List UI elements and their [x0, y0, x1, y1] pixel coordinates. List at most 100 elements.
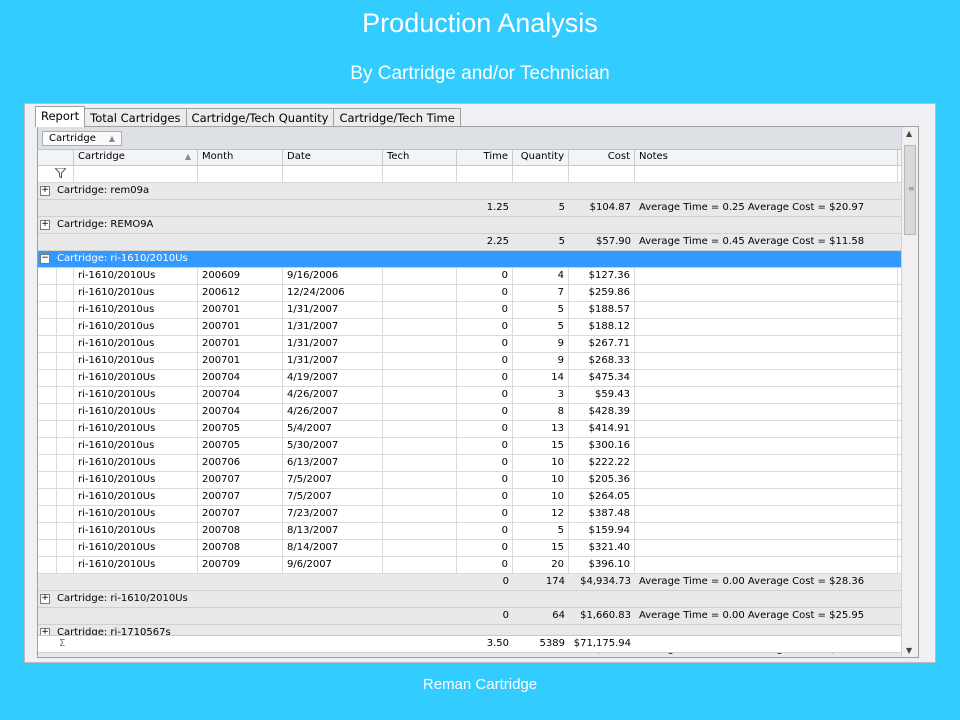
group-row[interactable]: − Cartridge: ri-1610/2010Us [38, 251, 901, 268]
cell-tech [383, 489, 457, 505]
column-header-cartridge[interactable]: Cartridge ▲ [74, 150, 198, 165]
cell-cartridge: ri-1610/2010Us [74, 472, 198, 488]
table-row[interactable]: ri-1610/2010us 200705 5/30/2007 0 15 $300.16 [38, 438, 901, 455]
column-header-quantity[interactable]: Quantity [513, 150, 569, 165]
tab-report[interactable]: Report [35, 106, 86, 127]
row-gutter [56, 353, 74, 369]
group-row[interactable]: + Cartridge: rem09a [38, 183, 901, 200]
cell-notes [635, 472, 898, 488]
cell-quantity: 5 [513, 523, 569, 539]
table-row[interactable]: ri-1610/2010Us 200609 9/16/2006 0 4 $127.36 [38, 268, 901, 285]
cell-month: 200704 [198, 387, 283, 403]
minus-icon[interactable]: − [40, 254, 50, 264]
cell-notes [635, 387, 898, 403]
vertical-scrollbar[interactable]: ▲ ≡ ▼ [901, 127, 918, 657]
table-row[interactable]: ri-1610/2010us 200701 1/31/2007 0 9 $267.71 [38, 336, 901, 353]
tab-cartridge-tech-time[interactable]: Cartridge/Tech Time [333, 108, 461, 127]
table-row[interactable]: ri-1610/2010Us 200707 7/5/2007 0 10 $205.36 [38, 472, 901, 489]
table-row[interactable]: ri-1610/2010Us 200706 6/13/2007 0 10 $222.22 [38, 455, 901, 472]
cell-date: 7/5/2007 [283, 489, 383, 505]
group-row[interactable]: + Cartridge: REMO9A [38, 217, 901, 234]
cell-notes [635, 319, 898, 335]
filter-time[interactable] [457, 166, 513, 182]
row-gutter [56, 285, 74, 301]
funnel-icon[interactable] [53, 167, 68, 181]
filter-row [38, 166, 901, 183]
scroll-thumb[interactable]: ≡ [904, 145, 916, 235]
cell-tech [383, 455, 457, 471]
summary-cost: $104.87 [589, 202, 631, 213]
filter-notes[interactable] [635, 166, 898, 182]
plus-icon[interactable]: + [40, 186, 50, 196]
cell-month: 200704 [198, 370, 283, 386]
cell-notes [635, 506, 898, 522]
table-row[interactable]: ri-1610/2010Us 200707 7/5/2007 0 10 $264.05 [38, 489, 901, 506]
plus-icon[interactable]: + [40, 594, 50, 604]
cell-cost: $259.86 [569, 285, 635, 301]
cell-quantity: 20 [513, 557, 569, 573]
cell-cartridge: ri-1610/2010Us [74, 421, 198, 437]
cell-tech [383, 387, 457, 403]
table-row[interactable]: ri-1610/2010us 200701 1/31/2007 0 5 $188.12 [38, 319, 901, 336]
table-row[interactable]: ri-1610/2010Us 200704 4/26/2007 0 3 $59.43 [38, 387, 901, 404]
column-header-tech[interactable]: Tech [383, 150, 457, 165]
cell-cartridge: ri-1610/2010us [74, 302, 198, 318]
cell-cartridge: ri-1610/2010us [74, 353, 198, 369]
cell-time: 0 [457, 540, 513, 556]
cell-cost: $414.91 [569, 421, 635, 437]
table-row[interactable]: ri-1610/2010Us 200708 8/13/2007 0 5 $159.94 [38, 523, 901, 540]
cell-cost: $321.40 [569, 540, 635, 556]
group-by-cartridge-chip[interactable]: Cartridge ▲ [42, 131, 122, 146]
filter-cartridge[interactable] [74, 166, 198, 182]
sort-asc-icon: ▲ [108, 134, 115, 143]
cell-month: 200709 [198, 557, 283, 573]
grid-panel: Cartridge ▲ Cartridge ▲ Month Date Tech … [37, 126, 919, 658]
tab-cartridge-tech-quantity[interactable]: Cartridge/Tech Quantity [185, 108, 335, 127]
filter-month[interactable] [198, 166, 283, 182]
cell-cartridge: ri-1610/2010Us [74, 387, 198, 403]
table-row[interactable]: ri-1610/2010us 200701 1/31/2007 0 9 $268.33 [38, 353, 901, 370]
table-row[interactable]: ri-1610/2010Us 200707 7/23/2007 0 12 $387.48 [38, 506, 901, 523]
filter-date[interactable] [283, 166, 383, 182]
table-row[interactable]: ri-1610/2010Us 200708 8/14/2007 0 15 $321.40 [38, 540, 901, 557]
filter-cell[interactable] [38, 166, 74, 182]
grand-total-row: Σ 3.50 5389 $71,175.94 [38, 635, 901, 653]
slide-title: Production Analysis [362, 8, 598, 38]
group-row[interactable]: + Cartridge: ri-1610/2010Us [38, 591, 901, 608]
table-row[interactable]: ri-1610/2010Us 200709 9/6/2007 0 20 $396.10 [38, 557, 901, 574]
summary-cost: $1,660.83 [580, 610, 631, 621]
cell-date: 9/16/2006 [283, 268, 383, 284]
table-row[interactable]: ri-1610/2010Us 200705 5/4/2007 0 13 $414.91 [38, 421, 901, 438]
cell-quantity: 10 [513, 455, 569, 471]
cell-cartridge: ri-1610/2010Us [74, 455, 198, 471]
filter-cost[interactable] [569, 166, 635, 182]
summary-time: 1.25 [486, 202, 509, 213]
table-row[interactable]: ri-1610/2010Us 200704 4/26/2007 0 8 $428.39 [38, 404, 901, 421]
cell-cost: $188.12 [569, 319, 635, 335]
cell-date: 9/6/2007 [283, 557, 383, 573]
table-row[interactable]: ri-1610/2010us 200701 1/31/2007 0 5 $188.57 [38, 302, 901, 319]
scroll-up-icon[interactable]: ▲ [906, 129, 912, 138]
table-row[interactable]: ri-1610/2010us 200612 12/24/2006 0 7 $259.86 [38, 285, 901, 302]
column-header-date[interactable]: Date [283, 150, 383, 165]
cell-cost: $264.05 [569, 489, 635, 505]
row-gutter [56, 455, 74, 471]
row-gutter [56, 438, 74, 454]
filter-quantity[interactable] [513, 166, 569, 182]
cell-month: 200701 [198, 336, 283, 352]
cell-cartridge: ri-1610/2010us [74, 336, 198, 352]
cell-time: 0 [457, 285, 513, 301]
column-header-time[interactable]: Time [457, 150, 513, 165]
column-header-month[interactable]: Month [198, 150, 283, 165]
tab-total-cartridges[interactable]: Total Cartridges [84, 108, 187, 127]
header-spacer [38, 150, 74, 165]
table-row[interactable]: ri-1610/2010Us 200704 4/19/2007 0 14 $475.34 [38, 370, 901, 387]
plus-icon[interactable]: + [40, 220, 50, 230]
filter-tech[interactable] [383, 166, 457, 182]
cell-time: 0 [457, 302, 513, 318]
cell-time: 0 [457, 472, 513, 488]
column-header-cost[interactable]: Cost [569, 150, 635, 165]
column-header-notes[interactable]: Notes [635, 150, 898, 165]
row-gutter [56, 370, 74, 386]
scroll-down-icon[interactable]: ▼ [906, 646, 912, 655]
